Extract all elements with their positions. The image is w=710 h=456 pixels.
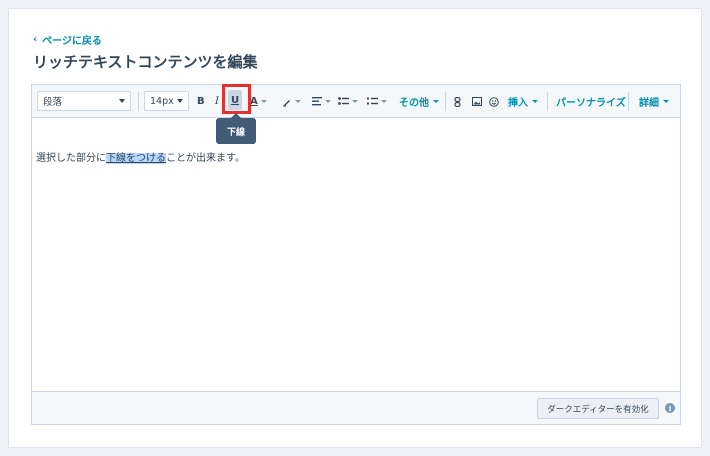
editor-content[interactable]: 選択した部分に下線をつけることが出来ます。 (36, 149, 245, 164)
highlighter-icon (283, 99, 290, 106)
info-icon[interactable]: i (665, 403, 675, 413)
insert-menu-label: 挿入 (508, 98, 528, 109)
numbered-list-button[interactable] (367, 85, 387, 118)
chevron-down-icon (177, 99, 183, 103)
paragraph-style-select[interactable]: 段落 (37, 91, 131, 111)
back-link-label: ページに戻る (42, 36, 102, 47)
toolbar-divider (445, 92, 446, 111)
link-icon (454, 96, 461, 107)
underline-highlight-box (222, 84, 251, 114)
chevron-down-icon (325, 100, 331, 103)
page-title: リッチテキストコンテンツを編集 (33, 53, 258, 71)
chevron-left-icon: ‹ (33, 34, 38, 45)
align-left-icon (312, 97, 322, 106)
link-button[interactable] (454, 85, 461, 118)
chevron-down-icon (381, 100, 387, 103)
back-link[interactable]: ‹ ページに戻る (33, 32, 102, 47)
font-size-select[interactable]: 14px (144, 91, 189, 111)
highlight-button[interactable] (282, 85, 301, 118)
text-color-button[interactable]: A (250, 85, 267, 118)
bold-button[interactable]: B (197, 85, 205, 118)
insert-menu-button[interactable]: 挿入 (508, 85, 538, 118)
dark-editor-button[interactable]: ダークエディターを有効化 (537, 398, 659, 419)
toolbar-divider (547, 92, 548, 111)
more-menu-label: その他 (399, 98, 429, 109)
underline-tooltip: 下線 (216, 113, 256, 144)
personalize-label: パーソナライズ (556, 98, 626, 109)
image-icon (472, 97, 482, 106)
bullet-list-icon (338, 97, 349, 105)
emoji-button[interactable] (489, 85, 499, 118)
rich-text-editor: 段落 14px B I U A その他 挿入 パーソナライズ 詳細 選択した部分… (31, 84, 681, 425)
text-color-icon: A (250, 96, 258, 107)
editor-footer: ダークエディターを有効化 i (32, 391, 680, 424)
chevron-down-icon (532, 100, 538, 103)
chevron-down-icon (352, 100, 358, 103)
personalize-button[interactable]: パーソナライズ (556, 85, 626, 118)
editor-toolbar: 段落 14px B I U A その他 挿入 パーソナライズ 詳細 (32, 85, 680, 118)
numbered-list-icon (367, 97, 378, 105)
content-text-after: ことが出来ます。 (166, 153, 245, 164)
image-button[interactable] (472, 85, 482, 118)
bullet-list-button[interactable] (338, 85, 358, 118)
more-menu-button[interactable]: その他 (399, 85, 439, 118)
selected-text: 下線をつける (106, 153, 166, 164)
details-menu-button[interactable]: 詳細 (639, 85, 669, 118)
content-text-before: 選択した部分に (36, 153, 106, 164)
chevron-down-icon (295, 100, 301, 103)
emoji-icon (489, 96, 499, 107)
chevron-down-icon (119, 99, 125, 103)
toolbar-divider (628, 92, 629, 111)
chevron-down-icon (663, 100, 669, 103)
details-menu-label: 詳細 (639, 98, 659, 109)
paragraph-style-value: 段落 (43, 97, 63, 108)
chevron-down-icon (433, 100, 439, 103)
font-size-value: 14px (150, 95, 174, 107)
toolbar-divider (138, 92, 139, 111)
align-button[interactable] (312, 85, 331, 118)
chevron-down-icon (260, 100, 267, 103)
italic-button[interactable]: I (215, 85, 219, 118)
